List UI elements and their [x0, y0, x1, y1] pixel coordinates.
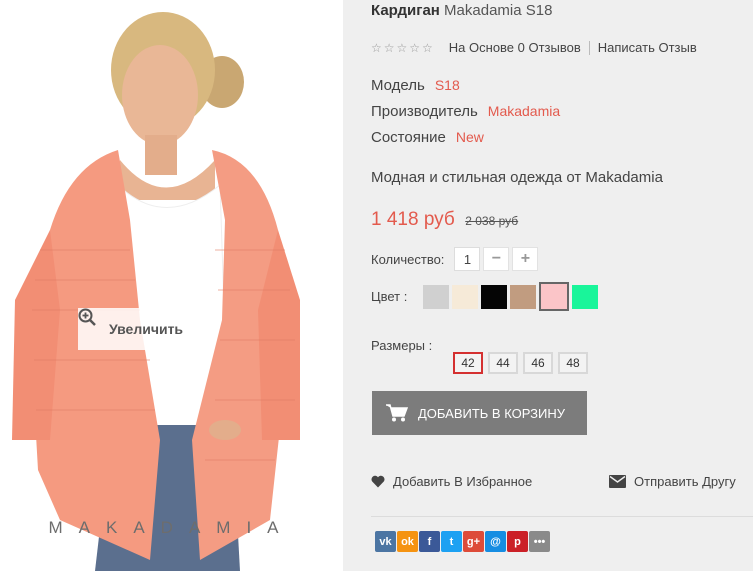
write-review-link[interactable]: Написать Отзыв	[598, 40, 697, 55]
rating-stars-icon: ☆☆☆☆☆	[371, 40, 435, 55]
divider	[371, 516, 753, 517]
product-description: Модная и стильная одежда от Makadamia	[371, 169, 663, 186]
cart-icon	[386, 404, 408, 422]
color-swatch[interactable]	[572, 284, 598, 309]
model-value: S18	[434, 77, 460, 93]
product-title: Кардиган Makadamia S18	[371, 2, 552, 19]
size-option[interactable]: 42	[453, 352, 483, 374]
color-swatch[interactable]	[481, 284, 507, 309]
model-row: Модель S18	[371, 77, 460, 94]
zoom-button[interactable]: Увеличить	[78, 308, 214, 350]
condition-value: New	[455, 129, 484, 145]
color-swatch[interactable]	[423, 284, 449, 309]
twitter-icon[interactable]: t	[441, 531, 462, 552]
google-plus-icon[interactable]: g+	[463, 531, 484, 552]
color-label: Цвет :	[371, 289, 408, 304]
sizes-label: Размеры :	[371, 338, 433, 353]
quantity-label: Количество:	[371, 251, 445, 267]
size-option[interactable]: 46	[523, 352, 553, 374]
pinterest-icon[interactable]: p	[507, 531, 528, 552]
zoom-in-icon	[78, 308, 96, 326]
size-option[interactable]: 44	[488, 352, 518, 374]
condition-row: Состояние New	[371, 129, 484, 146]
color-swatch[interactable]	[452, 284, 478, 309]
old-price: 2 038 руб	[465, 214, 519, 228]
quantity-minus-button[interactable]: −	[483, 247, 510, 271]
odnoklassniki-icon[interactable]: ok	[397, 531, 418, 552]
product-image[interactable]: Увеличить MAKADAMIA	[0, 0, 343, 571]
quantity-plus-button[interactable]: +	[512, 247, 539, 271]
color-swatch[interactable]	[510, 284, 536, 309]
send-to-friend-link[interactable]: Отправить Другу	[609, 474, 736, 489]
wishlist-label: Добавить В Избранное	[393, 474, 533, 489]
share-buttons: vk ok f t g+ @ p •••	[375, 531, 550, 552]
product-photo	[12, 12, 300, 571]
manufacturer-label: Производитель	[371, 103, 478, 120]
manufacturer-row: Производитель Makadamia	[371, 103, 560, 120]
vk-icon[interactable]: vk	[375, 531, 396, 552]
price-block: 1 418 руб 2 038 руб	[371, 209, 518, 231]
product-model: Makadamia S18	[444, 2, 553, 19]
add-to-cart-button[interactable]: ДОБАВИТЬ В КОРЗИНУ	[372, 391, 587, 435]
envelope-icon	[609, 475, 626, 488]
size-options: 42 44 46 48	[453, 352, 593, 374]
add-to-wishlist-link[interactable]: Добавить В Избранное	[371, 474, 532, 489]
color-swatches	[423, 282, 601, 311]
size-option[interactable]: 48	[558, 352, 588, 374]
rating-row: ☆☆☆☆☆ На Основе 0 Отзывов Написать Отзыв	[371, 40, 697, 55]
manufacturer-value[interactable]: Makadamia	[488, 103, 560, 119]
condition-label: Состояние	[371, 129, 446, 146]
quantity-row: Количество: 1 − +	[371, 247, 539, 271]
color-swatch[interactable]	[539, 282, 569, 311]
quantity-input[interactable]: 1	[454, 247, 481, 271]
separator	[588, 40, 590, 55]
model-label: Модель	[371, 77, 425, 94]
reviews-link[interactable]: На Основе 0 Отзывов	[449, 40, 581, 55]
brand-watermark: MAKADAMIA	[48, 518, 295, 537]
more-icon[interactable]: •••	[529, 531, 550, 552]
zoom-label: Увеличить	[108, 321, 184, 337]
facebook-icon[interactable]: f	[419, 531, 440, 552]
current-price: 1 418 руб	[371, 209, 455, 230]
add-to-cart-label: ДОБАВИТЬ В КОРЗИНУ	[418, 405, 565, 421]
send-to-friend-label: Отправить Другу	[634, 474, 736, 489]
heart-icon	[371, 475, 385, 488]
color-row: Цвет :	[371, 282, 601, 311]
product-name: Кардиган	[371, 2, 440, 19]
mail-icon[interactable]: @	[485, 531, 506, 552]
